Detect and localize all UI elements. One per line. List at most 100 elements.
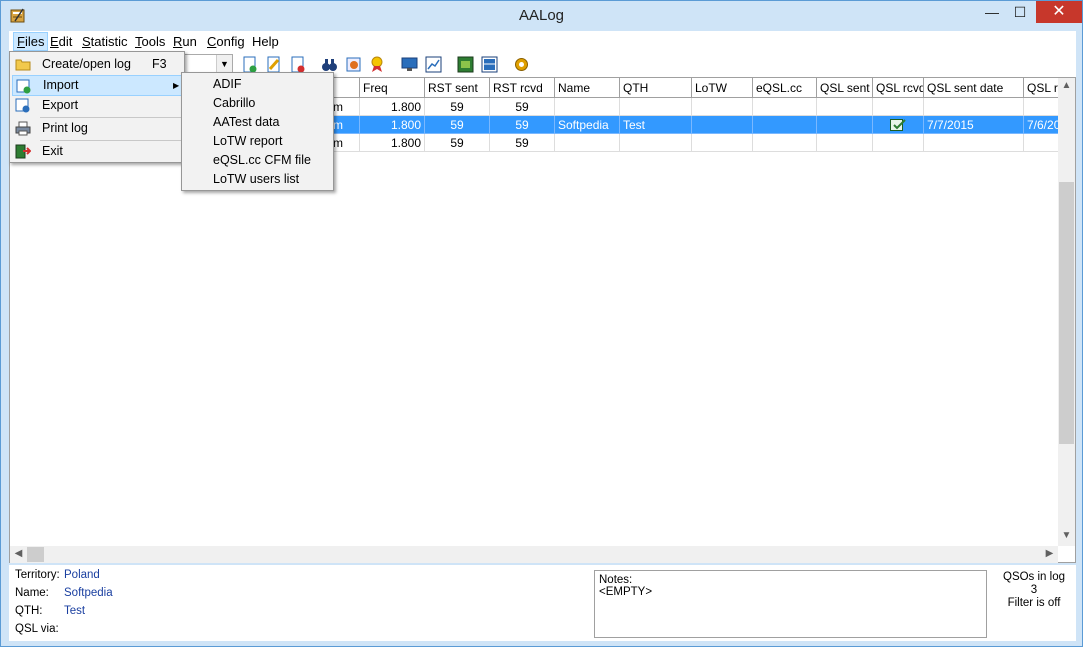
name-value: Softpedia bbox=[64, 587, 113, 599]
cell-lotw bbox=[692, 98, 753, 116]
column-header-qsl-sent[interactable]: QSL sent bbox=[817, 78, 873, 98]
import-item-cabrillo[interactable]: Cabrillo bbox=[213, 94, 255, 113]
export-icon bbox=[15, 98, 30, 113]
vertical-scrollbar[interactable]: ▲ ▼ bbox=[1058, 78, 1075, 546]
cell-rst-rcvd: 59 bbox=[490, 116, 555, 134]
column-header-eqsl[interactable]: eQSL.cc bbox=[753, 78, 817, 98]
import-item-aatest-data[interactable]: AATest data bbox=[213, 113, 279, 132]
title-bar: AALog — ☐ ✕ bbox=[1, 1, 1082, 31]
import-item-lotw-report[interactable]: LoTW report bbox=[213, 132, 282, 151]
filter-status: Filter is off bbox=[1007, 597, 1061, 609]
territory-label: Territory: bbox=[15, 569, 60, 581]
menu-edit[interactable]: Edit bbox=[47, 32, 75, 51]
chevron-down-icon[interactable]: ▼ bbox=[216, 55, 232, 73]
scroll-down-arrow-icon[interactable]: ▼ bbox=[1058, 530, 1075, 541]
column-header-name[interactable]: Name bbox=[555, 78, 620, 98]
import-submenu: ADIF Cabrillo AATest data LoTW report eQ… bbox=[181, 72, 334, 191]
cell-name bbox=[555, 134, 620, 152]
notes-box[interactable]: Notes: <EMPTY> bbox=[594, 570, 987, 638]
menu-item-import[interactable]: Import ▶ bbox=[12, 75, 182, 96]
menu-statistic-label: tatistic bbox=[90, 34, 128, 49]
qth-label: QTH: bbox=[15, 605, 43, 617]
import-icon bbox=[16, 79, 31, 94]
menu-statistic[interactable]: Statistic bbox=[79, 32, 131, 51]
cell-qsl-rcvd-date bbox=[1024, 98, 1060, 116]
cell-mode: m bbox=[330, 116, 360, 134]
maximize-button[interactable]: ☐ bbox=[1006, 1, 1034, 23]
column-header-rst-sent[interactable]: RST sent bbox=[425, 78, 490, 98]
delete-record-icon[interactable] bbox=[289, 56, 306, 73]
column-header-qsl-rcvd-date[interactable]: QSL rc bbox=[1024, 78, 1060, 98]
menu-item-label: Create/open log bbox=[42, 57, 131, 71]
files-menu: Create/open log F3 Import ▶ Export Print… bbox=[9, 51, 185, 163]
cell-freq: 1.800 bbox=[360, 134, 425, 152]
column-header-qsl-sent-date[interactable]: QSL sent date bbox=[924, 78, 1024, 98]
column-header-qsl-rcvd[interactable]: QSL rcvd bbox=[873, 78, 924, 98]
log-selector-combo[interactable]: ▼ bbox=[181, 54, 233, 74]
grid-window-icon[interactable] bbox=[481, 56, 498, 73]
menu-files[interactable]: Files bbox=[13, 32, 49, 51]
settings-gear-icon[interactable] bbox=[513, 56, 530, 73]
menu-tools[interactable]: Tools bbox=[132, 32, 168, 51]
cell-qth: Test bbox=[620, 116, 692, 134]
qso-count-panel: QSOs in log 3 Filter is off bbox=[994, 571, 1074, 610]
notes-value: <EMPTY> bbox=[599, 586, 653, 598]
vertical-scroll-thumb[interactable] bbox=[1059, 182, 1074, 444]
horizontal-scrollbar[interactable]: ◀ ▶ bbox=[10, 546, 1058, 563]
scroll-up-arrow-icon[interactable]: ▲ bbox=[1058, 80, 1075, 91]
column-header-qth[interactable]: QTH bbox=[620, 78, 692, 98]
menu-tools-label: ools bbox=[141, 34, 166, 49]
cell-qsl-sent bbox=[817, 134, 873, 152]
scroll-left-arrow-icon[interactable]: ◀ bbox=[10, 548, 27, 559]
menu-run[interactable]: Run bbox=[170, 32, 200, 51]
menu-item-shortcut: F3 bbox=[152, 57, 167, 71]
cell-rst-sent: 59 bbox=[425, 116, 490, 134]
status-panel: Territory: Poland Name: Softpedia QTH: T… bbox=[9, 565, 1076, 641]
qsos-value: 3 bbox=[1030, 584, 1038, 596]
menu-files-label: iles bbox=[24, 34, 45, 49]
cell-qsl-sent-date: 7/7/2015 bbox=[924, 116, 1024, 134]
menu-edit-accel: E bbox=[50, 34, 59, 49]
cell-rst-rcvd: 59 bbox=[490, 134, 555, 152]
cell-qth bbox=[620, 98, 692, 116]
menu-config[interactable]: Config bbox=[204, 32, 248, 51]
menu-bar: Files Edit Statistic Tools Run Config He… bbox=[9, 31, 1076, 51]
menu-item-export[interactable]: Export bbox=[12, 95, 182, 116]
column-header-lotw[interactable]: LoTW bbox=[692, 78, 753, 98]
cell-qsl-rcvd bbox=[873, 98, 924, 116]
menu-item-exit[interactable]: Exit bbox=[12, 141, 182, 162]
award-icon[interactable] bbox=[369, 56, 386, 73]
import-item-adif[interactable]: ADIF bbox=[213, 75, 241, 94]
menu-help[interactable]: Help bbox=[249, 32, 282, 51]
map-window-icon[interactable] bbox=[457, 56, 474, 73]
cell-name: Softpedia bbox=[555, 116, 620, 134]
chart-window-icon[interactable] bbox=[425, 56, 442, 73]
menu-help-label: Help bbox=[252, 34, 279, 49]
menu-item-print-log[interactable]: Print log bbox=[12, 118, 182, 139]
horizontal-scroll-thumb[interactable] bbox=[27, 547, 44, 562]
cell-name bbox=[555, 98, 620, 116]
submenu-arrow-icon: ▶ bbox=[173, 81, 180, 90]
notes-label: Notes: bbox=[599, 574, 633, 586]
column-header-freq[interactable]: Freq bbox=[360, 78, 425, 98]
import-item-eqsl-cfm-file[interactable]: eQSL.cc CFM file bbox=[213, 151, 311, 170]
monitor-icon[interactable] bbox=[401, 56, 418, 73]
column-header-rst-rcvd[interactable]: RST rcvd bbox=[490, 78, 555, 98]
qsl-card-icon[interactable] bbox=[345, 56, 362, 73]
scroll-right-arrow-icon[interactable]: ▶ bbox=[1041, 548, 1058, 559]
search-binoculars-icon[interactable] bbox=[321, 56, 338, 73]
menu-item-create-open-log[interactable]: Create/open log F3 bbox=[12, 54, 182, 75]
minimize-button[interactable]: — bbox=[978, 1, 1006, 23]
folder-icon bbox=[15, 59, 31, 71]
qsos-label: QSOs in log bbox=[1003, 571, 1065, 583]
menu-item-label: Print log bbox=[42, 121, 88, 135]
printer-icon bbox=[15, 121, 31, 136]
cell-eqsl bbox=[753, 134, 817, 152]
qsl-via-label: QSL via: bbox=[15, 623, 59, 635]
close-button[interactable]: ✕ bbox=[1036, 1, 1082, 23]
name-label: Name: bbox=[15, 587, 49, 599]
new-record-icon[interactable] bbox=[241, 56, 258, 73]
edit-record-icon[interactable] bbox=[265, 56, 282, 73]
import-item-lotw-users-list[interactable]: LoTW users list bbox=[213, 170, 299, 189]
cell-freq: 1.800 bbox=[360, 98, 425, 116]
